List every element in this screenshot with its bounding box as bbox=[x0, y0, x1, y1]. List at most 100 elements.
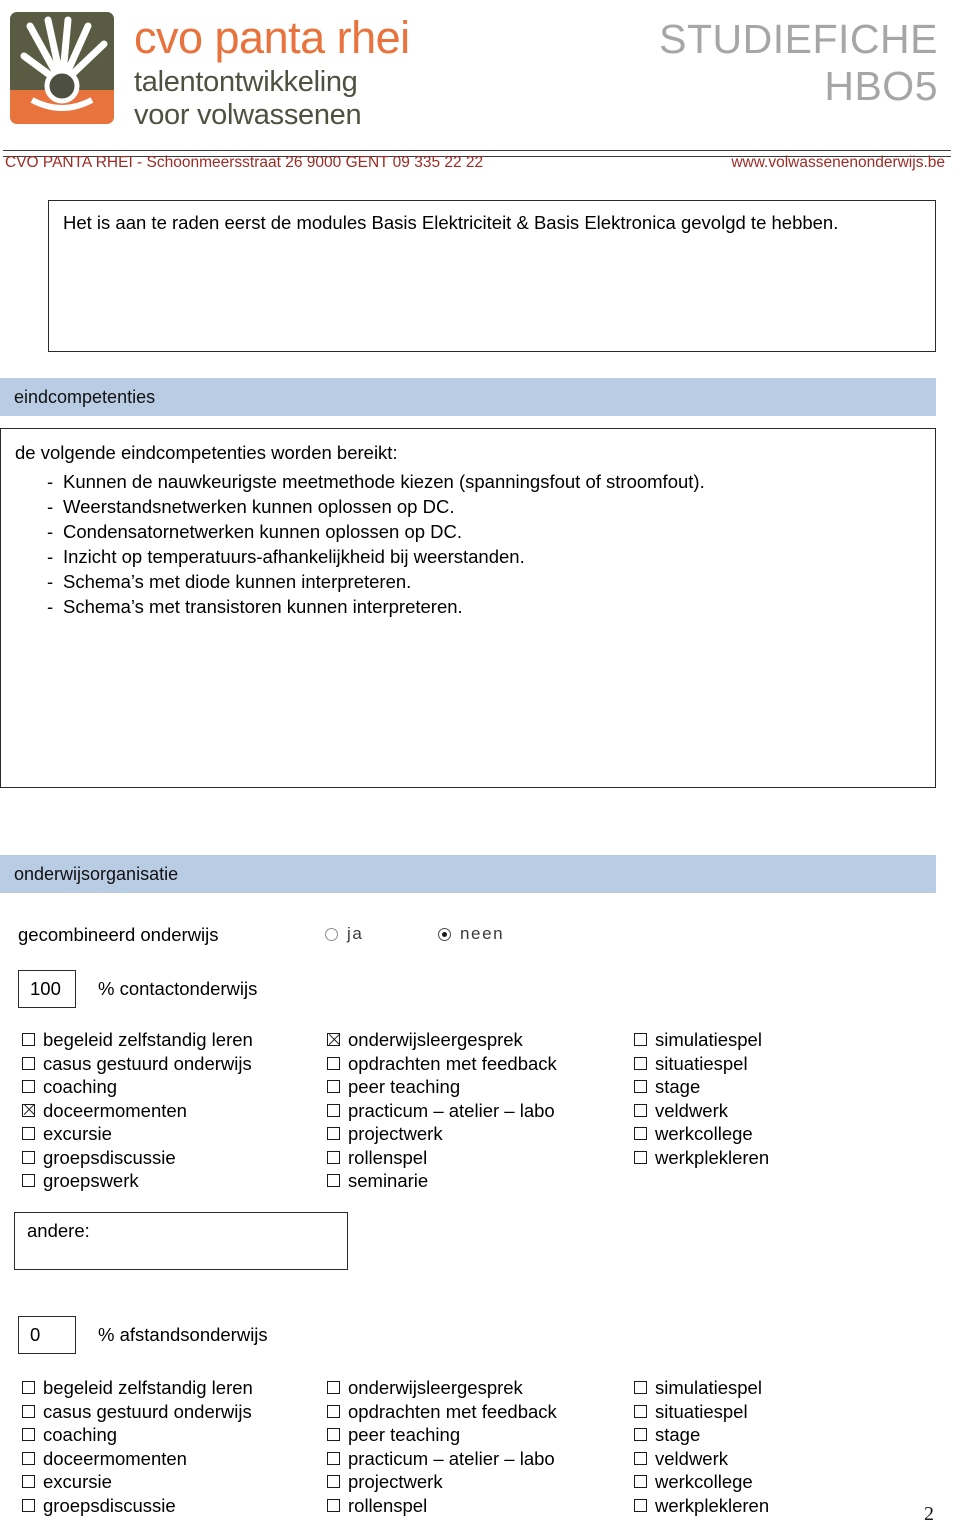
checkbox-checked-icon[interactable] bbox=[22, 1103, 35, 1117]
checkbox-option[interactable]: situatiespel bbox=[634, 1052, 769, 1076]
checkbox-unchecked-icon[interactable] bbox=[327, 1428, 340, 1441]
afstandsonderwijs-percent-input[interactable]: 0 bbox=[18, 1316, 76, 1354]
checkbox-option[interactable]: excursie bbox=[22, 1122, 253, 1146]
list-dash-marker: - bbox=[47, 596, 54, 617]
checkbox-unchecked-icon[interactable] bbox=[22, 1150, 35, 1164]
checkbox-unchecked-icon[interactable] bbox=[634, 1056, 647, 1070]
checkbox-option[interactable]: casus gestuurd onderwijs bbox=[22, 1052, 253, 1076]
checkbox-option[interactable]: groepswerk bbox=[22, 1169, 253, 1193]
andere-input-box[interactable]: andere: bbox=[14, 1212, 348, 1270]
checkbox-option[interactable]: begeleid zelfstandig leren bbox=[22, 1376, 253, 1400]
checkbox-unchecked-icon[interactable] bbox=[22, 1033, 35, 1046]
checkbox-option[interactable]: coaching bbox=[22, 1423, 253, 1447]
checkbox-option[interactable]: rollenspel bbox=[327, 1146, 557, 1170]
checkbox-unchecked-icon[interactable] bbox=[22, 1127, 35, 1140]
checkbox-unchecked-icon[interactable] bbox=[327, 1056, 340, 1070]
checkbox-option[interactable]: simulatiespel bbox=[634, 1028, 769, 1052]
checkbox-option[interactable]: veldwerk bbox=[634, 1099, 769, 1123]
prerequisite-note-text: Het is aan te raden eerst de modules Bas… bbox=[63, 212, 839, 233]
checkbox-unchecked-icon[interactable] bbox=[634, 1475, 647, 1488]
checkbox-option[interactable]: seminarie bbox=[327, 1169, 557, 1193]
address-bar: CVO PANTA RHEI - Schoonmeersstraat 26 90… bbox=[3, 150, 951, 171]
checkbox-unchecked-icon[interactable] bbox=[22, 1498, 35, 1512]
checkbox-unchecked-icon[interactable] bbox=[327, 1381, 340, 1394]
eindcompetenties-list: - Kunnen de nauwkeurigste meetmethode kie… bbox=[15, 469, 705, 619]
radio-gecombineerd-ja[interactable]: ja bbox=[325, 924, 363, 944]
checkbox-option[interactable]: stage bbox=[634, 1075, 769, 1099]
checkbox-label: groepsdiscussie bbox=[43, 1494, 176, 1516]
checkbox-option[interactable]: excursie bbox=[22, 1470, 253, 1494]
checkbox-unchecked-icon[interactable] bbox=[327, 1150, 340, 1164]
checkbox-option[interactable]: werkcollege bbox=[634, 1470, 769, 1494]
address-text: CVO PANTA RHEI - Schoonmeersstraat 26 90… bbox=[5, 154, 484, 171]
checkbox-option[interactable]: projectwerk bbox=[327, 1122, 557, 1146]
checkbox-unchecked-icon[interactable] bbox=[22, 1428, 35, 1441]
checkbox-unchecked-icon[interactable] bbox=[327, 1080, 340, 1093]
logo-tagline-2: voor volwassenen bbox=[134, 99, 362, 131]
checkbox-option[interactable]: onderwijsleergesprek bbox=[327, 1028, 557, 1052]
checkbox-option[interactable]: onderwijsleergesprek bbox=[327, 1376, 557, 1400]
checkbox-option[interactable]: simulatiespel bbox=[634, 1376, 769, 1400]
checkbox-option[interactable]: casus gestuurd onderwijs bbox=[22, 1400, 253, 1424]
checkbox-option[interactable]: practicum – atelier – labo bbox=[327, 1447, 557, 1471]
checkbox-label: casus gestuurd onderwijs bbox=[43, 1400, 252, 1422]
checkbox-option[interactable]: projectwerk bbox=[327, 1470, 557, 1494]
checkbox-option[interactable]: stage bbox=[634, 1423, 769, 1447]
checkbox-unchecked-icon[interactable] bbox=[634, 1103, 647, 1117]
checkbox-unchecked-icon[interactable] bbox=[22, 1404, 35, 1418]
checkbox-option[interactable]: groepsdiscussie bbox=[22, 1494, 253, 1518]
checkbox-option[interactable]: groepsdiscussie bbox=[22, 1146, 253, 1170]
checkbox-unchecked-icon[interactable] bbox=[22, 1381, 35, 1394]
checkbox-option[interactable]: peer teaching bbox=[327, 1075, 557, 1099]
checkbox-unchecked-icon[interactable] bbox=[22, 1056, 35, 1070]
checkbox-unchecked-icon[interactable] bbox=[327, 1404, 340, 1418]
checkbox-checked-icon[interactable] bbox=[327, 1033, 340, 1046]
checkbox-option[interactable]: peer teaching bbox=[327, 1423, 557, 1447]
checkbox-option[interactable]: begeleid zelfstandig leren bbox=[22, 1028, 253, 1052]
checkbox-unchecked-icon[interactable] bbox=[22, 1080, 35, 1093]
logo-tagline-1: talentontwikkeling bbox=[134, 66, 358, 98]
logo-brand-text: cvo panta rhei bbox=[134, 12, 410, 63]
checkbox-option[interactable]: coaching bbox=[22, 1075, 253, 1099]
checkbox-unchecked-icon[interactable] bbox=[634, 1127, 647, 1140]
gecombineerd-onderwijs-row: gecombineerd onderwijs ja neen bbox=[18, 922, 718, 952]
checkbox-label: opdrachten met feedback bbox=[348, 1052, 557, 1074]
checkbox-label: simulatiespel bbox=[655, 1377, 762, 1398]
checkbox-unchecked-icon[interactable] bbox=[327, 1498, 340, 1512]
checkbox-unchecked-icon[interactable] bbox=[327, 1174, 340, 1187]
checkbox-option[interactable]: practicum – atelier – labo bbox=[327, 1099, 557, 1123]
checkbox-unchecked-icon[interactable] bbox=[634, 1150, 647, 1164]
checkbox-unchecked-icon[interactable] bbox=[22, 1451, 35, 1465]
organization-logo: cvo panta rhei talentontwikkeling voor v… bbox=[10, 12, 410, 132]
checkbox-option[interactable]: werkplekleren bbox=[634, 1146, 769, 1170]
checkbox-unchecked-icon[interactable] bbox=[327, 1475, 340, 1488]
checkbox-option[interactable]: situatiespel bbox=[634, 1400, 769, 1424]
checkbox-option[interactable]: doceermomenten bbox=[22, 1099, 253, 1123]
contactonderwijs-percent-input[interactable]: 100 bbox=[18, 970, 76, 1008]
radio-neen-label: neen bbox=[460, 924, 505, 943]
checkbox-option[interactable]: werkcollege bbox=[634, 1122, 769, 1146]
checkbox-option[interactable]: opdrachten met feedback bbox=[327, 1052, 557, 1076]
checkbox-unchecked-icon[interactable] bbox=[634, 1451, 647, 1465]
checkbox-unchecked-icon[interactable] bbox=[327, 1451, 340, 1465]
afstandsonderwijs-method-grid: begeleid zelfstandig leren casus gestuurd… bbox=[22, 1376, 922, 1536]
website-url[interactable]: www.volwassenenonderwijs.be bbox=[731, 153, 945, 172]
checkbox-unchecked-icon[interactable] bbox=[634, 1033, 647, 1046]
checkbox-option[interactable]: rollenspel bbox=[327, 1494, 557, 1518]
checkbox-unchecked-icon[interactable] bbox=[327, 1127, 340, 1140]
checkbox-option[interactable]: veldwerk bbox=[634, 1447, 769, 1471]
checkbox-unchecked-icon[interactable] bbox=[634, 1381, 647, 1394]
checkbox-unchecked-icon[interactable] bbox=[22, 1174, 35, 1187]
checkbox-option[interactable]: werkplekleren bbox=[634, 1494, 769, 1518]
checkbox-option[interactable]: opdrachten met feedback bbox=[327, 1400, 557, 1424]
checkbox-label: stage bbox=[655, 1424, 701, 1445]
checkbox-unchecked-icon[interactable] bbox=[634, 1498, 647, 1512]
checkbox-label: coaching bbox=[43, 1076, 118, 1097]
checkbox-unchecked-icon[interactable] bbox=[634, 1428, 647, 1441]
checkbox-option[interactable]: doceermomenten bbox=[22, 1447, 253, 1471]
checkbox-unchecked-icon[interactable] bbox=[634, 1080, 647, 1093]
checkbox-unchecked-icon[interactable] bbox=[327, 1103, 340, 1117]
checkbox-unchecked-icon[interactable] bbox=[22, 1475, 35, 1488]
checkbox-unchecked-icon[interactable] bbox=[634, 1404, 647, 1418]
radio-gecombineerd-neen[interactable]: neen bbox=[438, 924, 504, 944]
